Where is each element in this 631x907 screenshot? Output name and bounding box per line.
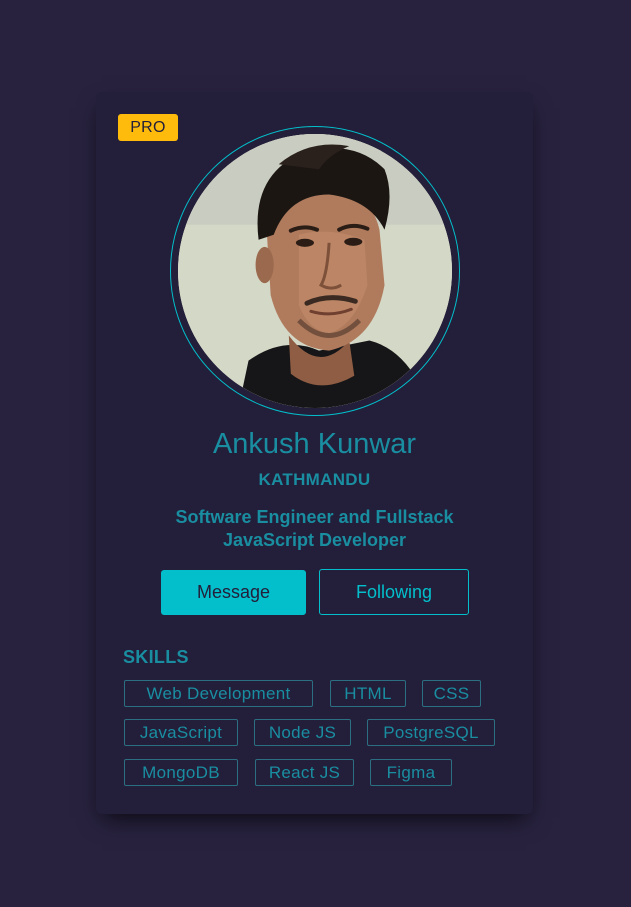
skill-tag-postgresql: PostgreSQL <box>367 719 495 746</box>
profile-card: PRO Ankush Kunwar KATHMANDU Software Eng… <box>96 92 533 814</box>
pro-badge: PRO <box>118 114 178 141</box>
skill-tag-web-development: Web Development <box>124 680 313 707</box>
profile-bio: Software Engineer and Fullstack JavaScri… <box>136 506 493 552</box>
skill-tag-mongodb: MongoDB <box>124 759 238 786</box>
skill-tag-node-js: Node JS <box>254 719 351 746</box>
avatar <box>178 134 452 408</box>
profile-name: Ankush Kunwar <box>212 428 417 460</box>
skill-tag-html: HTML <box>330 680 406 707</box>
avatar-photo <box>178 134 452 408</box>
avatar-ring <box>170 126 460 416</box>
profile-location: KATHMANDU <box>258 470 371 489</box>
message-button[interactable]: Message <box>161 570 306 615</box>
profile-bio-line-2: JavaScript Developer <box>222 530 407 550</box>
following-button[interactable]: Following <box>319 569 469 615</box>
skill-tag-react-js: React JS <box>255 759 354 786</box>
profile-bio-line-1: Software Engineer and Fullstack <box>175 507 454 527</box>
skill-tag-css: CSS <box>422 680 481 707</box>
skills-title: SKILLS <box>123 647 189 667</box>
skill-tag-figma: Figma <box>370 759 452 786</box>
skill-tag-javascript: JavaScript <box>124 719 238 746</box>
